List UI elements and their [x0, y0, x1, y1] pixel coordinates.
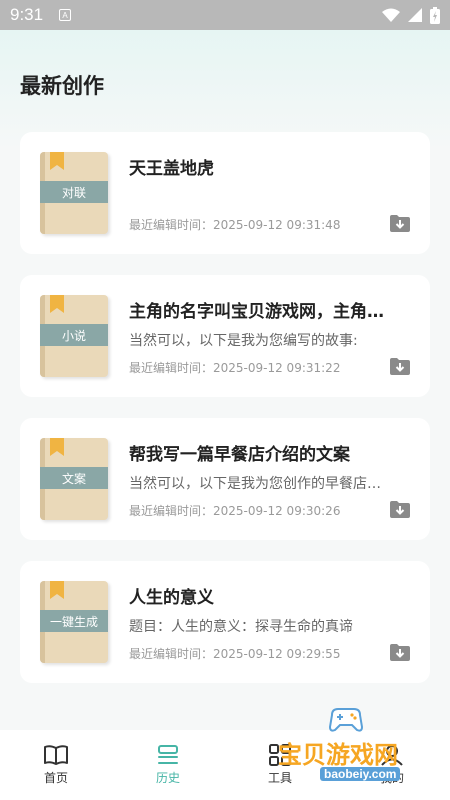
bookmark-icon — [50, 581, 64, 599]
nav-history[interactable]: 历史 — [112, 730, 224, 800]
bookmark-icon — [50, 438, 64, 456]
creation-card[interactable]: 文案 帮我写一篇早餐店介绍的文案 当然可以，以下是我为您创作的早餐店… 最近编辑… — [20, 418, 430, 540]
status-time: 9:31 — [10, 5, 44, 24]
creation-card[interactable]: 一键生成 人生的意义 题目：人生的意义：探寻生命的真谛 最近编辑时间：2025-… — [20, 561, 430, 683]
card-edit-time: 最近编辑时间：2025-09-12 09:30:26 — [129, 504, 341, 518]
creation-card[interactable]: 对联 天王盖地虎 最近编辑时间：2025-09-12 09:31:48 — [20, 132, 430, 254]
book-icon — [44, 745, 68, 765]
signal-icon — [408, 8, 422, 22]
download-icon[interactable] — [390, 357, 410, 375]
status-icons — [382, 6, 440, 24]
status-bar: 9:31 A — [0, 0, 450, 30]
card-title: 帮我写一篇早餐店介绍的文案 — [129, 445, 350, 465]
card-edit-time: 最近编辑时间：2025-09-12 09:31:48 — [129, 218, 341, 232]
book-category-label: 小说 — [40, 324, 108, 346]
card-title: 人生的意义 — [129, 588, 214, 608]
battery-icon — [430, 6, 440, 24]
nav-home[interactable]: 首页 — [0, 730, 112, 800]
download-icon[interactable] — [390, 214, 410, 232]
card-title: 主角的名字叫宝贝游戏网，主角… — [129, 302, 384, 322]
watermark-url: baobeiy.com — [320, 767, 401, 781]
card-subtitle: 当然可以，以下是我为您编写的故事: — [129, 333, 358, 349]
download-icon[interactable] — [390, 500, 410, 518]
book-category-label: 文案 — [40, 467, 108, 489]
book-icon: 对联 — [40, 152, 108, 234]
card-edit-time: 最近编辑时间：2025-09-12 09:29:55 — [129, 647, 341, 661]
book-category-label: 一键生成 — [40, 610, 108, 632]
watermark-text: 宝贝游戏网 — [278, 741, 398, 769]
a-icon: A — [59, 9, 72, 21]
wifi-icon — [382, 8, 400, 22]
book-icon: 一键生成 — [40, 581, 108, 663]
book-icon: 小说 — [40, 295, 108, 377]
card-edit-time: 最近编辑时间：2025-09-12 09:31:22 — [129, 361, 341, 375]
card-subtitle: 当然可以，以下是我为您创作的早餐店… — [129, 476, 381, 492]
book-icon: 文案 — [40, 438, 108, 520]
bookmark-icon — [50, 295, 64, 313]
download-icon[interactable] — [390, 643, 410, 661]
watermark-logo: 宝贝游戏网 baobeiy.com — [278, 705, 438, 781]
creation-card[interactable]: 小说 主角的名字叫宝贝游戏网，主角… 当然可以，以下是我为您编写的故事: 最近编… — [20, 275, 430, 397]
nav-home-label: 首页 — [43, 771, 68, 785]
bookmark-icon — [50, 152, 64, 170]
card-title: 天王盖地虎 — [129, 159, 214, 179]
page-title: 最新创作 — [20, 74, 104, 98]
nav-history-label: 历史 — [155, 771, 180, 785]
book-category-label: 对联 — [40, 181, 108, 203]
history-icon — [158, 745, 178, 764]
card-subtitle: 题目：人生的意义：探寻生命的真谛 — [129, 619, 353, 635]
gamepad-icon — [328, 708, 364, 732]
